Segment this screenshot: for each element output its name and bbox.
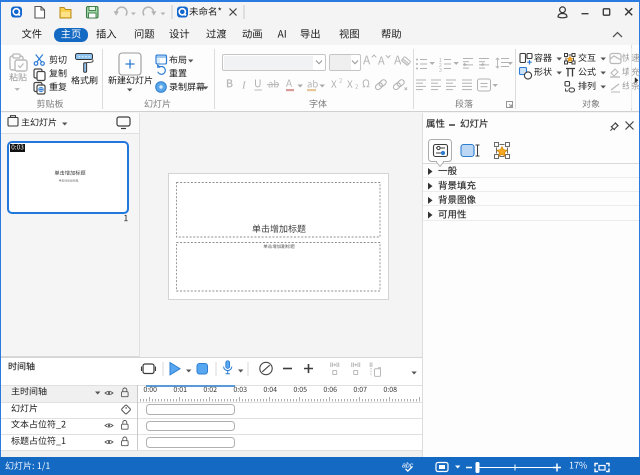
- svg-text:I: I: [241, 80, 247, 92]
- svg-text:abc: abc: [402, 463, 414, 470]
- svg-text:3: 3: [439, 68, 442, 74]
